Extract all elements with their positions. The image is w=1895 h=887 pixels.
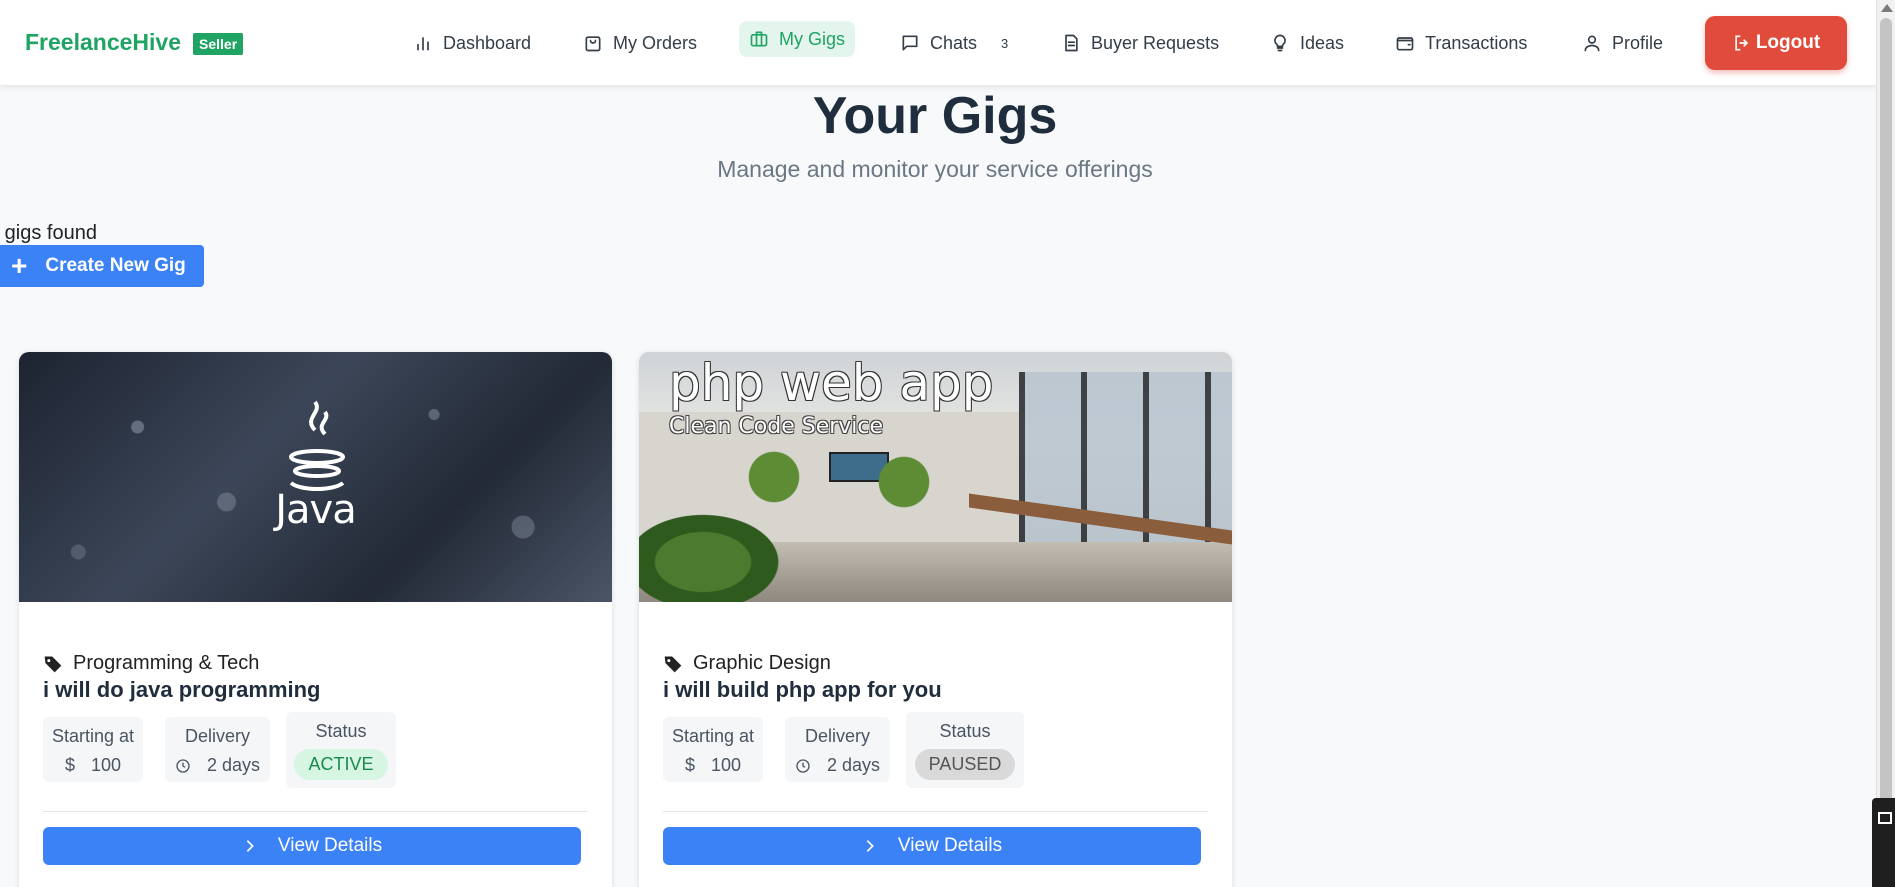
java-logo-text: Java	[275, 487, 357, 533]
scroll-thumb[interactable]	[1880, 18, 1892, 878]
logout-label: Logout	[1755, 32, 1821, 53]
price-amount: 100	[90, 755, 122, 775]
plant-decoration	[869, 447, 939, 517]
tag-icon	[664, 656, 682, 672]
page-title: Your Gigs	[812, 87, 1058, 145]
price-stat: Starting at $ 100	[43, 717, 143, 782]
scroll-up-arrow-icon[interactable]	[1881, 4, 1893, 12]
brand-logo[interactable]: FreelanceHive	[25, 29, 181, 56]
user-icon	[1584, 35, 1600, 52]
gig-count: 2 gigs found	[0, 222, 97, 244]
dollar-icon: $	[64, 755, 75, 775]
nav-label: Buyer Requests	[1091, 32, 1220, 53]
briefcase-icon	[750, 31, 768, 47]
view-details-button[interactable]: View Details	[663, 827, 1201, 865]
nav-label: My Orders	[613, 32, 698, 53]
nav-label: Ideas	[1300, 32, 1345, 53]
clock-icon	[176, 758, 190, 773]
chat-icon	[902, 35, 918, 51]
chevron-right-icon	[246, 840, 254, 852]
shopping-bag-icon	[585, 36, 601, 52]
nav-label: Transactions	[1425, 32, 1528, 53]
card-divider	[663, 811, 1208, 812]
details-label: View Details	[897, 835, 1003, 856]
chat-count-badge: 3	[1001, 35, 1009, 51]
gig-card: php web app Clean Code Service Graphic D…	[639, 352, 1232, 887]
create-label: Create New Gig	[45, 255, 186, 276]
delivery-stat: Delivery 2 days	[785, 717, 890, 782]
gig-image[interactable]: Java	[19, 352, 612, 602]
image-subtitle: Clean Code Service	[669, 414, 884, 439]
delivery-days: 2 days	[826, 755, 881, 775]
category-label: Graphic Design	[693, 652, 831, 674]
card-divider	[43, 811, 588, 812]
price-amount: 100	[710, 755, 742, 775]
price-value: $ 100	[663, 755, 763, 776]
gig-title[interactable]: i will do java programming	[43, 677, 321, 703]
top-navbar: FreelanceHive Seller Dashboard My Orders…	[0, 0, 1876, 86]
side-tools-widget[interactable]	[1872, 798, 1895, 887]
gig-card: Java Programming & Tech i will do java p…	[19, 352, 612, 887]
vertical-scrollbar[interactable]	[1876, 0, 1895, 887]
clock-icon	[796, 758, 810, 773]
delivery-label: Delivery	[184, 726, 250, 746]
nav-item-chats[interactable]: Chats 3	[890, 22, 1018, 64]
nav-label: Dashboard	[443, 32, 532, 53]
document-icon	[1065, 34, 1078, 52]
nav-item-transactions[interactable]: Transactions	[1385, 22, 1537, 64]
logout-button[interactable]: Logout	[1705, 16, 1847, 70]
category-label: Programming & Tech	[73, 652, 260, 674]
dollar-icon: $	[684, 755, 695, 775]
gig-category: Programming & Tech	[43, 652, 259, 675]
nav-item-my-orders[interactable]: My Orders	[573, 22, 707, 64]
nav-item-ideas[interactable]: Ideas	[1260, 22, 1354, 64]
delivery-label: Delivery	[804, 726, 870, 746]
status-badge: ACTIVE	[294, 749, 388, 780]
plant-decoration	[639, 502, 799, 602]
gig-image[interactable]: php web app Clean Code Service	[639, 352, 1232, 602]
wallet-icon	[1396, 37, 1414, 51]
price-label: Starting at	[671, 726, 755, 746]
bar-chart-icon	[417, 37, 429, 51]
gig-category: Graphic Design	[663, 652, 831, 675]
image-title: php web app	[669, 354, 994, 412]
gig-title[interactable]: i will build php app for you	[663, 677, 942, 703]
status-label: Status	[315, 721, 367, 741]
lightbulb-icon	[1274, 34, 1286, 52]
seller-badge: Seller	[193, 33, 244, 55]
delivery-value: 2 days	[785, 755, 890, 776]
delivery-value: 2 days	[165, 755, 270, 776]
status-stat: Status PAUSED	[906, 712, 1024, 788]
logout-icon	[1735, 35, 1748, 51]
nav-item-profile[interactable]: Profile	[1572, 22, 1673, 64]
price-stat: Starting at $ 100	[663, 717, 763, 782]
chevron-right-icon	[866, 840, 874, 852]
tag-icon	[44, 656, 62, 672]
price-value: $ 100	[43, 755, 143, 776]
nav-item-my-gigs[interactable]: My Gigs	[739, 21, 856, 57]
status-label: Status	[939, 721, 991, 741]
nav-label: My Gigs	[779, 28, 846, 49]
page-subtitle: Manage and monitor your service offering…	[717, 156, 1153, 182]
status-stat: Status ACTIVE	[286, 712, 396, 788]
create-new-gig-button[interactable]: + Create New Gig	[0, 245, 204, 287]
nav-label: Profile	[1612, 32, 1664, 53]
plus-icon: +	[11, 250, 28, 281]
price-label: Starting at	[51, 726, 135, 746]
delivery-days: 2 days	[206, 755, 261, 775]
nav-item-buyer-requests[interactable]: Buyer Requests	[1051, 22, 1229, 64]
delivery-stat: Delivery 2 days	[165, 717, 270, 782]
status-badge: PAUSED	[914, 749, 1016, 780]
view-details-button[interactable]: View Details	[43, 827, 581, 865]
camera-icon[interactable]	[1878, 812, 1892, 824]
details-label: View Details	[277, 835, 383, 856]
nav-item-dashboard[interactable]: Dashboard	[403, 22, 541, 64]
nav-label: Chats	[930, 32, 978, 53]
